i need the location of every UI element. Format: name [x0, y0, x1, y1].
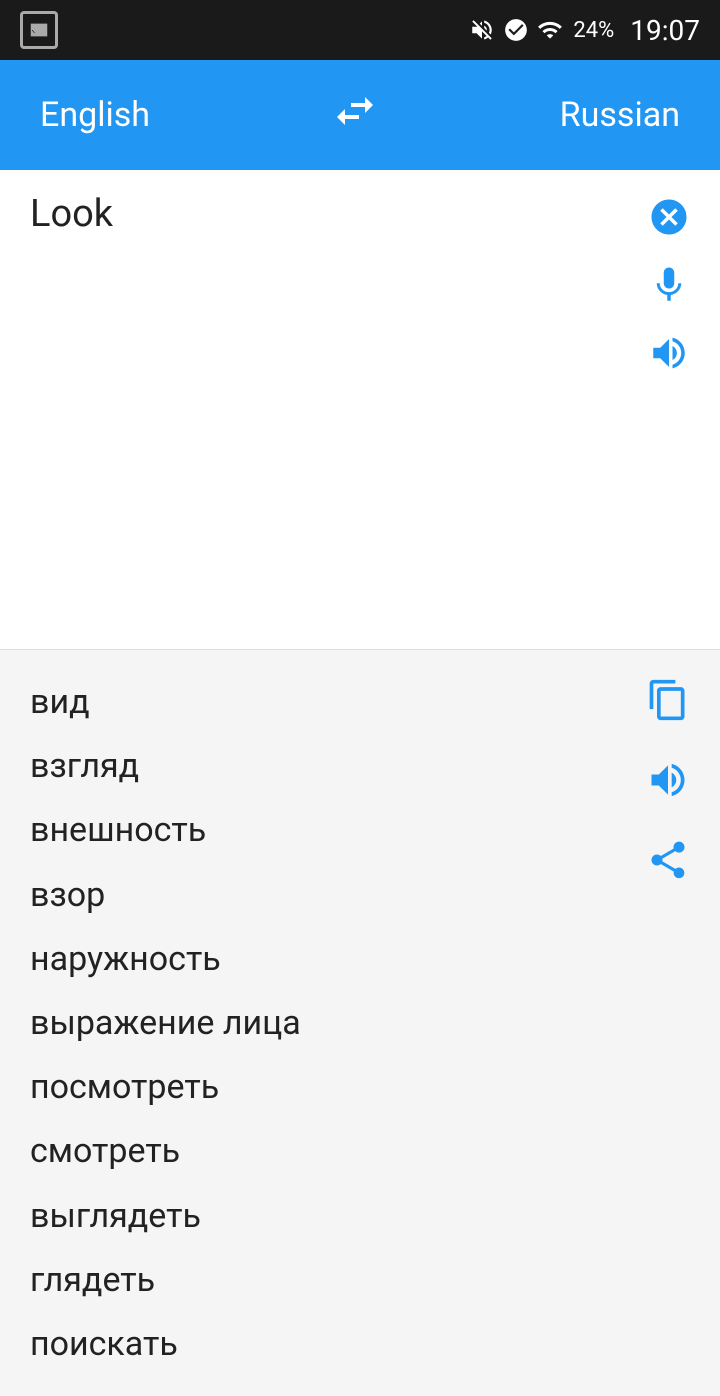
results-area: вид взгляд внешность взор наружность выр… — [0, 650, 720, 1396]
input-area: Look — [0, 170, 720, 650]
battery-indicator: 24% — [573, 18, 614, 43]
mute-icon — [469, 17, 495, 43]
list-item: выражение лица — [30, 991, 646, 1055]
input-action-icons — [648, 190, 700, 374]
list-item: смотреть — [30, 1119, 646, 1183]
list-item: наружность — [30, 927, 646, 991]
status-bar-right: 24% 19:07 — [469, 14, 700, 47]
microphone-button[interactable] — [648, 264, 690, 306]
data-icon — [503, 17, 529, 43]
list-item: поискать — [30, 1312, 646, 1376]
status-bar: 24% 19:07 — [0, 0, 720, 60]
list-item: взгляд — [30, 734, 646, 798]
photo-icon — [20, 11, 58, 49]
clear-input-button[interactable] — [648, 196, 690, 238]
translation-results-list: вид взгляд внешность взор наружность выр… — [30, 670, 646, 1376]
source-text-input[interactable]: Look — [30, 190, 638, 338]
result-action-icons — [646, 670, 700, 1376]
input-row: Look — [30, 190, 700, 374]
share-result-button[interactable] — [646, 838, 690, 882]
list-item: взор — [30, 863, 646, 927]
result-tts-button[interactable] — [646, 758, 690, 802]
copy-result-button[interactable] — [646, 678, 690, 722]
list-item: посмотреть — [30, 1055, 646, 1119]
swap-languages-button[interactable] — [331, 87, 379, 144]
source-language-label[interactable]: English — [40, 95, 150, 135]
clock: 19:07 — [630, 14, 700, 47]
language-bar: English Russian — [0, 60, 720, 170]
target-language-label[interactable]: Russian — [560, 95, 680, 135]
status-bar-left — [20, 11, 58, 49]
status-icons — [469, 17, 563, 43]
list-item: выглядеть — [30, 1184, 646, 1248]
text-to-speech-button[interactable] — [648, 332, 690, 374]
list-item: вид — [30, 670, 646, 734]
list-item: внешность — [30, 798, 646, 862]
signal-icon — [537, 17, 563, 43]
